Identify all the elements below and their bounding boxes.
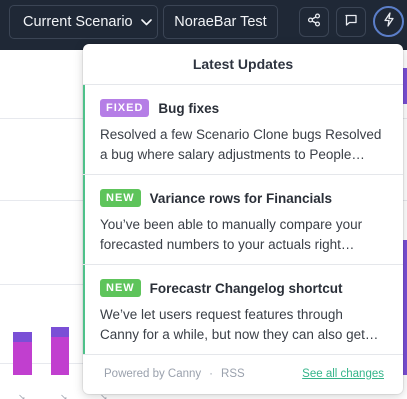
updates-button[interactable] bbox=[373, 6, 404, 37]
chart-bar[interactable] bbox=[51, 337, 69, 375]
update-body: Resolved a few Scenario Clone bugs Resol… bbox=[100, 125, 385, 165]
update-title: Variance rows for Financials bbox=[149, 190, 332, 206]
scenario-select[interactable]: Current Scenario bbox=[9, 5, 158, 39]
chart-bar[interactable] bbox=[13, 332, 32, 342]
status-badge: NEW bbox=[100, 279, 141, 297]
popover-footer: Powered by Canny · RSS See all changes bbox=[83, 354, 403, 394]
chart-bar[interactable] bbox=[403, 240, 407, 375]
scenario-label: Current Scenario bbox=[23, 14, 133, 30]
update-entry[interactable]: NEW Forecastr Changelog shortcut We’ve l… bbox=[83, 265, 403, 355]
update-body-line: Canny for a while, but now they can also… bbox=[100, 327, 379, 342]
update-body: You’ve been able to manually compare you… bbox=[100, 215, 385, 255]
powered-by-link[interactable]: Powered by Canny bbox=[104, 368, 201, 380]
update-entry[interactable]: FIXED Bug fixes Resolved a few Scenario … bbox=[83, 85, 403, 175]
x-tick: ↘ bbox=[60, 392, 68, 399]
update-body-line: You’ve been able to manually compare you… bbox=[100, 217, 363, 232]
popover-title: Latest Updates bbox=[83, 44, 403, 85]
top-bar: Current Scenario NoraeBar Test bbox=[0, 0, 407, 50]
update-body-line: Resolved a few Scenario Clone bugs Resol… bbox=[100, 127, 382, 142]
x-tick: ↘ bbox=[18, 392, 26, 399]
status-badge: FIXED bbox=[100, 99, 150, 117]
share-button[interactable] bbox=[299, 7, 329, 37]
update-entry[interactable]: NEW Variance rows for Financials You’ve … bbox=[83, 175, 403, 265]
company-label: NoraeBar Test bbox=[174, 14, 267, 30]
chart-bar[interactable] bbox=[13, 342, 32, 375]
share-icon bbox=[307, 12, 321, 32]
update-body: We’ve let users request features through… bbox=[100, 305, 385, 345]
update-title: Forecastr Changelog shortcut bbox=[149, 280, 343, 296]
see-all-changes-link[interactable]: See all changes bbox=[302, 368, 384, 380]
company-button[interactable]: NoraeBar Test bbox=[163, 5, 278, 39]
chevron-down-icon bbox=[140, 18, 152, 26]
chart-bar[interactable] bbox=[51, 327, 69, 337]
updates-popover: Latest Updates FIXED Bug fixes Resolved … bbox=[83, 44, 403, 394]
app-root: ↘ ↘ ↘ Current Scenario NoraeBar Test Lat… bbox=[0, 0, 407, 399]
update-body-line: We’ve let users request features through bbox=[100, 307, 343, 322]
chart-bar[interactable] bbox=[403, 68, 407, 104]
lightning-icon bbox=[382, 11, 396, 32]
update-body-line: a bug where salary adjustments to People… bbox=[100, 147, 365, 162]
update-title: Bug fixes bbox=[158, 100, 220, 116]
rss-link[interactable]: RSS bbox=[221, 368, 245, 380]
chat-button[interactable] bbox=[336, 7, 366, 37]
footer-separator: · bbox=[209, 368, 214, 380]
status-badge: NEW bbox=[100, 189, 141, 207]
update-body-line: forecasted numbers to your actuals right… bbox=[100, 237, 355, 252]
chat-icon bbox=[344, 13, 358, 32]
